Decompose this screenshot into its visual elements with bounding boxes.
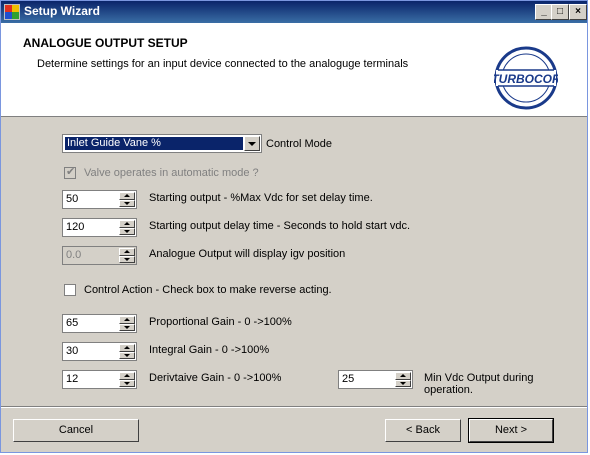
spin-down-button[interactable] [119, 352, 135, 359]
close-button[interactable]: × [569, 4, 587, 20]
starting-output-value: 50 [66, 193, 79, 205]
starting-output-spinner[interactable]: 50 [62, 190, 137, 209]
logo-text: TURBOCOR [494, 72, 558, 86]
spin-down-button[interactable] [119, 380, 135, 387]
spin-down-button[interactable] [119, 256, 135, 263]
integral-gain-spinner[interactable]: 30 [62, 342, 137, 361]
dropdown-button[interactable] [244, 136, 260, 151]
spin-up-button[interactable] [119, 220, 135, 228]
control-action-label: Control Action - Check box to make rever… [84, 284, 332, 296]
control-mode-select[interactable]: Inlet Guide Vane % [62, 134, 262, 153]
derivative-gain-value: 12 [66, 373, 79, 385]
igv-display-value: 0.0 [66, 249, 82, 261]
page-title: ANALOGUE OUTPUT SETUP [23, 36, 188, 50]
turbocor-logo: TURBOCOR [494, 46, 558, 110]
next-button[interactable]: Next > [468, 418, 554, 443]
spin-down-button[interactable] [119, 228, 135, 235]
derivative-gain-spinner[interactable]: 12 [62, 370, 137, 389]
spin-down-button[interactable] [119, 200, 135, 207]
wizard-header: ANALOGUE OUTPUT SETUP Determine settings… [1, 23, 587, 117]
igv-display-spinner[interactable]: 0.0 [62, 246, 137, 265]
min-vdc-value: 25 [342, 373, 355, 385]
igv-display-label: Analogue Output will display igv positio… [149, 248, 346, 260]
spin-up-button[interactable] [119, 248, 135, 256]
cancel-button[interactable]: Cancel [13, 419, 139, 442]
start-delay-spinner[interactable]: 120 [62, 218, 137, 237]
back-button[interactable]: < Back [385, 419, 461, 442]
checkmark-icon: ✔ [66, 165, 76, 178]
auto-mode-checkbox[interactable]: ✔ [64, 165, 76, 179]
window-title: Setup Wizard [24, 4, 100, 18]
control-mode-value: Inlet Guide Vane % [65, 137, 243, 150]
control-action-checkbox[interactable] [64, 284, 76, 296]
spin-down-button[interactable] [395, 380, 411, 387]
spin-up-button[interactable] [119, 372, 135, 380]
integral-gain-value: 30 [66, 345, 79, 357]
spin-down-button[interactable] [119, 324, 135, 331]
page-subtitle: Determine settings for an input device c… [37, 58, 409, 70]
footer-divider [1, 406, 587, 408]
proportional-gain-value: 65 [66, 317, 79, 329]
title-bar[interactable]: Setup Wizard _ □ × [1, 1, 587, 23]
spin-up-button[interactable] [119, 316, 135, 324]
min-vdc-label: Min Vdc Output during operation. [424, 372, 534, 396]
app-icon [4, 4, 20, 20]
setup-wizard-window: Setup Wizard _ □ × ANALOGUE OUTPUT SETUP… [0, 0, 588, 453]
proportional-gain-spinner[interactable]: 65 [62, 314, 137, 333]
chevron-down-icon [248, 142, 256, 146]
derivative-gain-label: Derivtaive Gain - 0 ->100% [149, 372, 282, 384]
auto-mode-label: Valve operates in automatic mode ? [84, 167, 259, 179]
spin-up-button[interactable] [119, 344, 135, 352]
control-mode-label: Control Mode [266, 138, 333, 150]
min-vdc-spinner[interactable]: 25 [338, 370, 413, 389]
start-delay-label: Starting output delay time - Seconds to … [149, 220, 411, 232]
proportional-gain-label: Proportional Gain - 0 ->100% [149, 316, 292, 328]
maximize-button[interactable]: □ [551, 4, 569, 20]
spin-up-button[interactable] [395, 372, 411, 380]
integral-gain-label: Integral Gain - 0 ->100% [149, 344, 270, 356]
spin-up-button[interactable] [119, 192, 135, 200]
start-delay-value: 120 [66, 221, 85, 233]
starting-output-label: Starting output - %Max Vdc for set delay… [149, 192, 373, 204]
